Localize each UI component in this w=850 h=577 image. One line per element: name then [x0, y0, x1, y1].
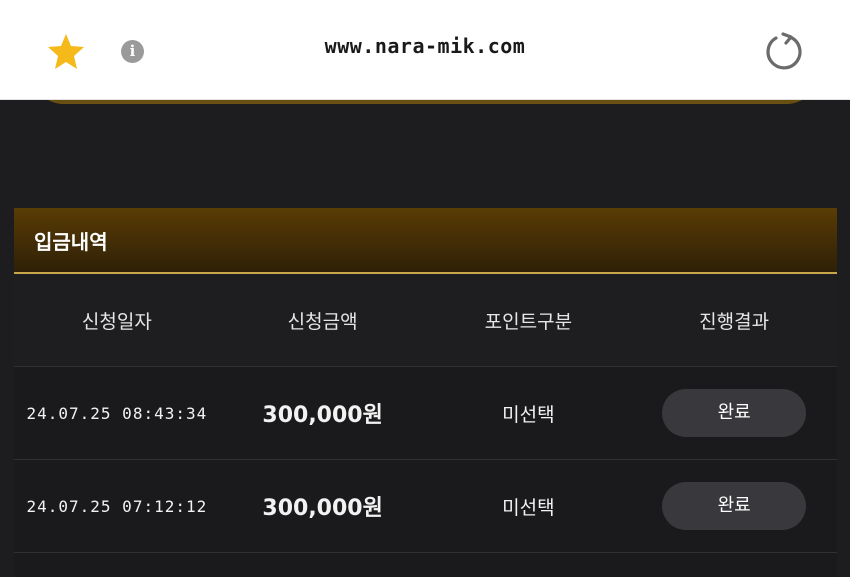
deposit-history-panel: 입금내역 신청일자 신청금액 포인트구분 진행결과 24.07.25 08:43…	[14, 208, 837, 577]
row-date: 24.07.25 08:43:34	[26, 403, 208, 423]
page-content: 입금내역 신청일자 신청금액 포인트구분 진행결과 24.07.25 08:43…	[0, 100, 850, 577]
header-status: 진행결과	[699, 310, 770, 333]
row-point-type: 미선택	[502, 403, 555, 426]
header-amount: 신청금액	[287, 310, 358, 333]
status-complete-button[interactable]: 완료	[662, 482, 807, 530]
reload-icon[interactable]	[764, 31, 804, 71]
gold-banner-edge	[30, 100, 820, 104]
table-row: 24.07.25 08:43:34 300,000원 미선택 완료	[14, 367, 837, 460]
row-status-cell: 완료	[631, 482, 837, 530]
header-date: 신청일자	[81, 310, 152, 333]
address-bar-url[interactable]: www.nara-mik.com	[0, 34, 850, 58]
row-point-type: 미선택	[502, 496, 555, 519]
status-complete-button[interactable]: 완료	[662, 389, 807, 437]
row-amount: 300,000원	[262, 496, 383, 521]
panel-title: 입금내역	[34, 229, 108, 254]
row-date: 24.07.25 07:12:12	[26, 496, 208, 516]
row-amount: 300,000원	[262, 403, 383, 428]
row-status-cell: 완료	[631, 389, 837, 437]
table-header-row: 신청일자 신청금액 포인트구분 진행결과	[14, 274, 837, 367]
browser-bar: i www.nara-mik.com	[0, 0, 850, 100]
table-row: 24.07.25 07:12:12 300,000원 미선택 완료	[14, 460, 837, 553]
header-point-type: 포인트구분	[484, 310, 573, 333]
panel-header: 입금내역	[14, 208, 837, 274]
